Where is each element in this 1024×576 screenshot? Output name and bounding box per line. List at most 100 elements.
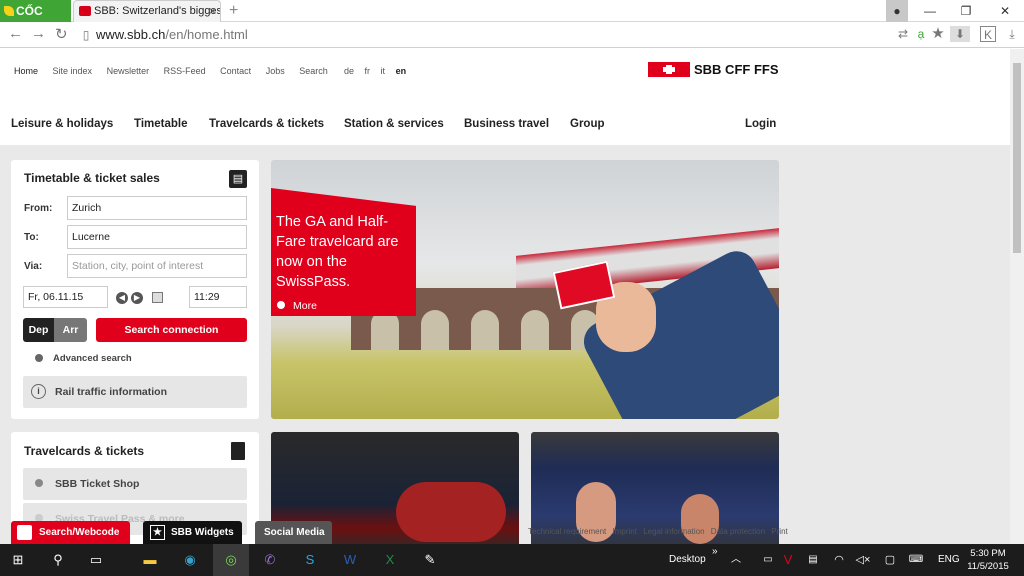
nav-business[interactable]: Business travel xyxy=(464,118,549,130)
prev-day-icon[interactable]: ◀ xyxy=(116,292,128,304)
nav-station[interactable]: Station & services xyxy=(344,118,444,130)
tab-close-icon[interactable]: × xyxy=(209,1,216,22)
wifi-icon[interactable]: ◠ xyxy=(829,550,849,570)
coccoc-logo[interactable]: CỐC CỐC xyxy=(0,0,71,40)
page-scrollbar[interactable] xyxy=(1010,49,1024,544)
lang-de[interactable]: de xyxy=(344,66,354,76)
arrival-toggle[interactable]: Arr xyxy=(54,318,87,342)
download-page-icon[interactable]: ⬇ xyxy=(950,26,970,42)
extension-k-icon[interactable]: K xyxy=(980,26,996,42)
close-window-button[interactable]: ✕ xyxy=(987,0,1023,22)
util-link-contact[interactable]: Contact xyxy=(220,66,251,76)
rail-traffic-info-button[interactable]: i Rail traffic information xyxy=(23,376,247,408)
hero-banner[interactable]: The GA and Half-Fare travelcard are now … xyxy=(271,160,779,419)
browser-tab-active[interactable]: SBB: Switzerland's biggest × xyxy=(73,0,221,22)
viber-icon[interactable]: ✆ xyxy=(260,550,280,570)
search-connection-button[interactable]: Search connection xyxy=(96,318,247,342)
bookmark-star-icon[interactable]: ★ xyxy=(930,26,946,42)
viaduct-arch xyxy=(371,310,399,350)
more-link[interactable]: More xyxy=(277,300,317,312)
nav-travelcards[interactable]: Travelcards & tickets xyxy=(209,118,324,130)
bullet-icon xyxy=(35,479,43,487)
nav-group[interactable]: Group xyxy=(570,118,605,130)
footer-link-imprint[interactable]: Imprint xyxy=(613,527,637,536)
action-center-icon[interactable]: ▢ xyxy=(880,550,900,570)
input-language[interactable]: ENG xyxy=(938,554,960,565)
viaduct-arch xyxy=(521,310,549,350)
ticket-shop-link[interactable]: SBB Ticket Shop xyxy=(23,468,247,500)
utility-nav: Home Site index Newsletter RSS-Feed Cont… xyxy=(14,66,340,76)
url-field[interactable]: www.sbb.ch/en/home.html xyxy=(96,27,248,42)
footer-link-technical[interactable]: Technical requirement xyxy=(528,527,606,536)
volume-muted-icon[interactable]: ◁× xyxy=(853,550,873,570)
util-link-search[interactable]: Search xyxy=(299,66,328,76)
keyboard-icon[interactable]: ▤ xyxy=(803,550,823,570)
lang-it[interactable]: it xyxy=(381,66,386,76)
star-icon: ★ xyxy=(150,525,165,540)
login-link[interactable]: Login xyxy=(745,118,776,130)
excel-icon[interactable]: X xyxy=(380,550,400,570)
lang-fr[interactable]: fr xyxy=(365,66,371,76)
bullet-icon xyxy=(277,301,285,309)
date-input[interactable]: Fr, 06.11.15 xyxy=(23,286,108,308)
language-switcher: de fr it en xyxy=(344,66,414,76)
reload-icon[interactable]: ↻ xyxy=(55,25,68,43)
social-media-button[interactable]: Social Media xyxy=(255,521,332,544)
windows-start-icon[interactable]: ⊞ xyxy=(8,550,28,570)
search-webcode-button[interactable]: Search/Webcode xyxy=(11,521,130,544)
coccoc-extension-icon[interactable]: ạ xyxy=(913,26,929,42)
nav-leisure[interactable]: Leisure & holidays xyxy=(11,118,113,130)
search-icon[interactable]: ⚲ xyxy=(48,550,68,570)
scrollbar-thumb[interactable] xyxy=(1013,63,1021,253)
paint-icon[interactable]: ✎ xyxy=(420,550,440,570)
sbb-favicon-icon xyxy=(79,6,91,16)
system-clock[interactable]: 5:30 PM 11/5/2015 xyxy=(962,547,1014,573)
task-view-icon[interactable]: ▭ xyxy=(86,550,106,570)
forward-icon[interactable]: → xyxy=(31,25,46,42)
file-explorer-icon[interactable]: ▬ xyxy=(140,550,160,570)
show-hidden-icons[interactable]: ︿ xyxy=(726,550,746,570)
user-profile-icon[interactable]: ● xyxy=(886,0,908,22)
downloads-icon[interactable]: ⤓ xyxy=(1004,26,1020,42)
lang-en[interactable]: en xyxy=(396,66,407,76)
calendar-icon[interactable] xyxy=(152,292,163,303)
via-input[interactable]: Station, city, point of interest xyxy=(67,254,247,278)
vivaldi-tray-icon[interactable]: V xyxy=(778,550,798,570)
viaduct-arch xyxy=(471,310,499,350)
footer-link-legal[interactable]: Legal information xyxy=(643,527,704,536)
new-tab-button[interactable]: + xyxy=(229,0,238,22)
nav-timetable[interactable]: Timetable xyxy=(134,118,187,130)
next-day-icon[interactable]: ▶ xyxy=(131,292,143,304)
util-link-site-index[interactable]: Site index xyxy=(53,66,93,76)
time-input[interactable]: 11:29 xyxy=(189,286,247,308)
minimize-button[interactable]: — xyxy=(912,0,948,22)
desktop-toolbar-label[interactable]: Desktop xyxy=(669,554,706,565)
footer-link-privacy[interactable]: Data protection xyxy=(711,527,765,536)
footer-link-print[interactable]: Print xyxy=(771,527,787,536)
coccoc-taskbar-icon[interactable]: ◎ xyxy=(221,550,241,570)
restore-button[interactable]: ❐ xyxy=(948,0,984,22)
clock-date: 11/5/2015 xyxy=(967,561,1009,572)
advanced-search-link[interactable]: Advanced search xyxy=(35,353,132,364)
departure-toggle[interactable]: Dep xyxy=(23,318,54,342)
webpage: Home Site index Newsletter RSS-Feed Cont… xyxy=(0,49,1010,544)
address-bar: ← → ↻ ▯ www.sbb.ch/en/home.html ⇄ ạ ★ ⬇ … xyxy=(0,22,1024,48)
util-link-newsletter[interactable]: Newsletter xyxy=(107,66,150,76)
util-link-jobs[interactable]: Jobs xyxy=(266,66,285,76)
to-input[interactable]: Lucerne xyxy=(67,225,247,249)
media-player-icon[interactable]: ◉ xyxy=(180,550,200,570)
skype-icon[interactable]: S xyxy=(300,550,320,570)
touch-keyboard-icon[interactable]: ⌨ xyxy=(906,550,926,570)
battery-icon[interactable]: ▭ xyxy=(758,550,778,570)
word-icon[interactable]: W xyxy=(340,550,360,570)
toolbar-expand-icon[interactable]: » xyxy=(712,546,718,557)
from-input[interactable]: Zurich xyxy=(67,196,247,220)
translate-icon[interactable]: ⇄ xyxy=(895,26,911,42)
util-link-rss[interactable]: RSS-Feed xyxy=(164,66,206,76)
back-icon[interactable]: ← xyxy=(8,25,23,42)
sbb-widgets-button[interactable]: ★ SBB Widgets xyxy=(143,521,242,544)
tab-title: SBB: Switzerland's biggest xyxy=(94,5,221,17)
travelcards-title: Travelcards & tickets xyxy=(24,444,145,458)
util-link-home[interactable]: Home xyxy=(14,66,38,76)
promo-text: The GA and Half-Fare travelcard are now … xyxy=(276,214,399,290)
